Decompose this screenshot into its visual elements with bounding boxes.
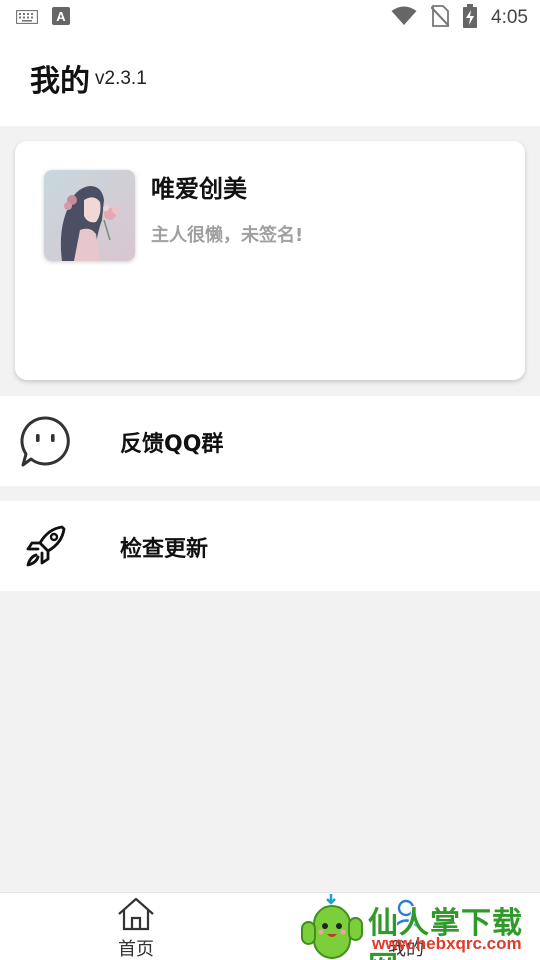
status-left: A (15, 7, 70, 29)
svg-text:A: A (56, 9, 66, 24)
profile-card[interactable]: 唯爱创美 主人很懒，未签名! (15, 141, 525, 380)
avatar[interactable] (44, 170, 135, 261)
battery-charging-icon (463, 4, 478, 32)
a-notification-icon: A (52, 7, 70, 29)
home-icon (117, 897, 155, 931)
menu-item-feedback-qq-group[interactable]: 反馈QQ群 (0, 396, 540, 486)
status-time: 4:05 (491, 7, 528, 28)
page-title: 我的 (30, 64, 90, 99)
keyboard-icon (15, 9, 39, 28)
status-right: 4:05 (391, 4, 528, 32)
chat-bubble-icon (18, 414, 73, 469)
bottom-nav: 首页 我的 (0, 892, 540, 960)
nav-mine[interactable]: 我的 (366, 893, 446, 960)
nav-home[interactable]: 首页 (96, 893, 176, 960)
rocket-icon (18, 519, 73, 574)
version-label: v2.3.1 (95, 68, 147, 89)
no-sim-icon (430, 5, 450, 31)
status-bar: A 4:05 (0, 0, 540, 36)
menu-item-check-update[interactable]: 检查更新 (0, 501, 540, 591)
nav-mine-label: 我的 (388, 939, 424, 960)
header: 我的 v2.3.1 (0, 36, 540, 126)
menu-label-update: 检查更新 (120, 537, 209, 562)
menu-label-feedback: 反馈QQ群 (120, 432, 224, 457)
signature: 主人很懒，未签名! (151, 225, 304, 246)
avatar-image (44, 170, 135, 261)
username: 唯爱创美 (151, 175, 247, 203)
wifi-icon (391, 6, 417, 30)
nav-home-label: 首页 (118, 939, 154, 960)
user-icon (390, 897, 422, 933)
